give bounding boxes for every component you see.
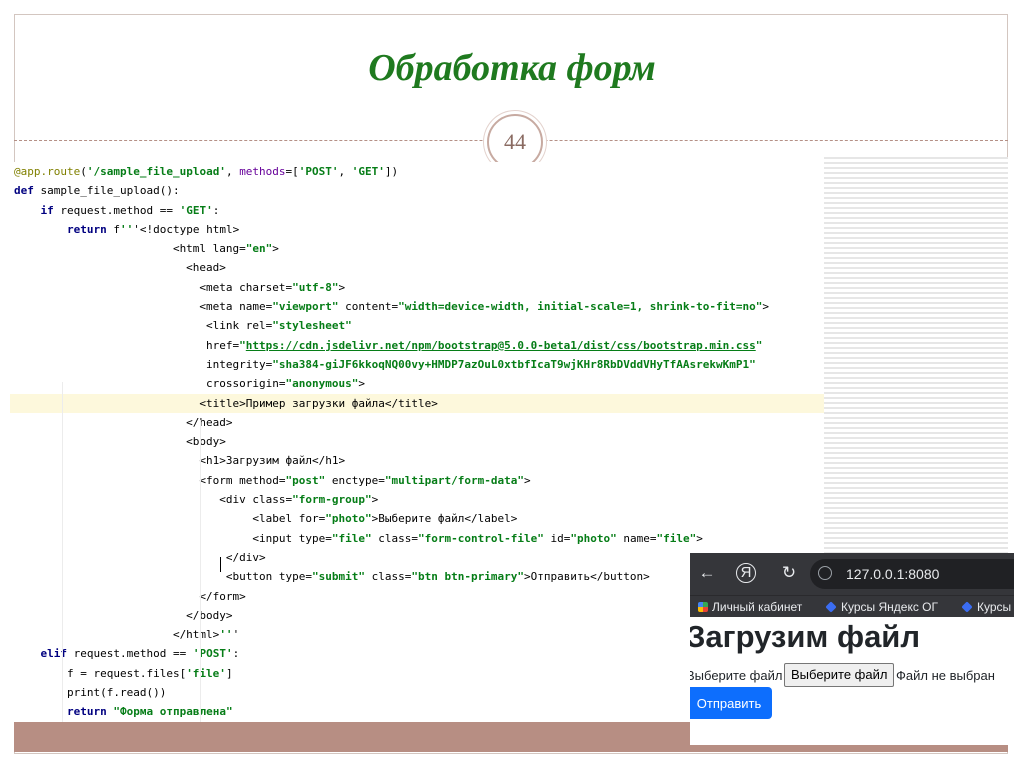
file-label: Выберите файл (690, 668, 783, 683)
bookmarks-bar: Личный кабинет Курсы Яндекс ОГ Курсы (690, 595, 1014, 617)
code-line: <head> (14, 261, 226, 275)
code-line: def sample_file_upload(): (14, 184, 180, 198)
indent-guide (200, 420, 201, 722)
code-line: <meta charset="utf-8"> (14, 280, 346, 294)
reload-icon[interactable]: ↻ (778, 562, 800, 584)
address-bar[interactable]: 127.0.0.1:8080 (810, 559, 1014, 589)
slide-title: Обработка форм (368, 47, 656, 89)
back-arrow-icon[interactable]: ← (696, 562, 718, 584)
code-line: return f'''<!doctype html> (66, 222, 240, 236)
decorative-stripes (824, 157, 1008, 557)
code-line: <body> (14, 435, 226, 449)
code-line: href="https://cdn.jsdelivr.net/npm/boots… (14, 338, 763, 352)
browser-toolbar: ← Я ↻ 127.0.0.1:8080 (690, 553, 1014, 595)
bookmark-courses[interactable]: Курсы (961, 598, 1012, 616)
code-line: <input type="file" class="form-control-f… (14, 531, 703, 545)
yandex-logo-icon[interactable]: Я (736, 563, 756, 583)
indent-guide (62, 382, 63, 722)
text-caret (220, 557, 221, 572)
bookmark-favicon-icon (698, 602, 708, 612)
code-line: <form method="post" enctype="multipart/f… (14, 473, 531, 487)
code-line: <html lang="en"> (14, 242, 279, 256)
code-line: <div class="form-group"> (14, 493, 379, 507)
submit-button[interactable]: Отправить (690, 687, 772, 719)
bookmark-yandex-courses[interactable]: Курсы Яндекс ОГ (825, 598, 939, 616)
browser-window: ← Я ↻ 127.0.0.1:8080 Личный кабинет Курс… (690, 553, 1014, 745)
code-line: <link rel="stylesheet" (14, 319, 352, 333)
globe-icon (818, 566, 832, 580)
code-line: <title>Пример загрузки файла</title> (10, 393, 824, 413)
bookmark-favicon-icon (961, 601, 973, 613)
bookmark-favicon-icon (825, 601, 837, 613)
code-line: </head> (14, 415, 233, 429)
code-line: crossorigin="anonymous"> (14, 377, 366, 391)
code-line: integrity="sha384-giJF6kkoqNQ00vy+HMDP7a… (14, 357, 756, 371)
code-line: <h1>Загрузим файл</h1> (14, 454, 346, 468)
code-line: <label for="photo">Выберите файл</label> (14, 512, 518, 526)
bookmark-label: Курсы Яндекс ОГ (841, 600, 939, 614)
file-status: Файл не выбран (896, 668, 995, 683)
bookmark-personal-cabinet[interactable]: Личный кабинет (698, 598, 802, 616)
code-line: @app.route('/sample_file_upload', method… (14, 165, 399, 178)
url-text: 127.0.0.1:8080 (846, 566, 940, 582)
choose-file-button[interactable]: Выберите файл (784, 663, 895, 687)
page-heading: Загрузим файл (690, 619, 921, 654)
bookmark-label: Личный кабинет (712, 600, 803, 614)
bookmark-label: Курсы (977, 600, 1012, 614)
code-line: if request.method == 'GET': (40, 203, 220, 217)
code-line: <meta name="viewport" content="width=dev… (14, 300, 769, 314)
